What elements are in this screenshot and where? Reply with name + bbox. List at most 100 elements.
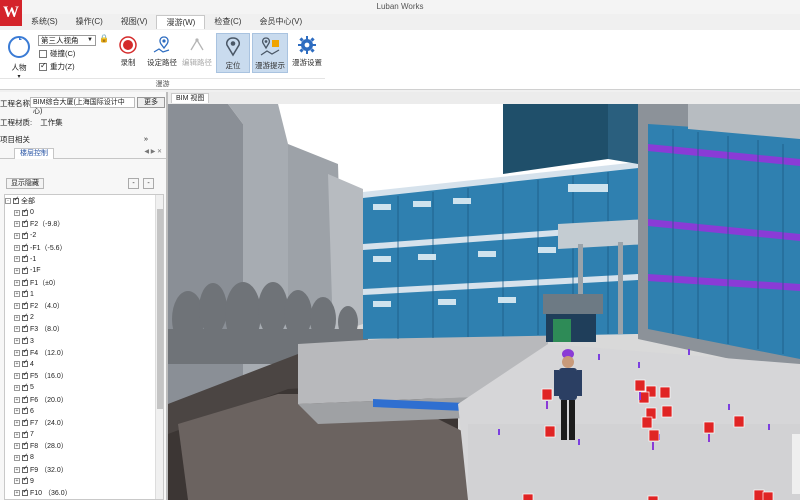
expand-icon[interactable]: + <box>14 490 20 497</box>
expand-icon[interactable]: + <box>14 221 20 228</box>
section-header[interactable]: 项目相关 » <box>0 134 166 144</box>
expand-icon[interactable]: + <box>14 384 20 391</box>
menu-item-2[interactable]: 视图(V) <box>112 15 157 29</box>
checkbox[interactable] <box>22 417 28 426</box>
collision-checkbox[interactable]: 碰撞(C) <box>39 48 75 59</box>
role-button[interactable]: 人物 ▾ <box>4 34 34 80</box>
tree-item-floor[interactable]: + -F1（-5.6） <box>5 242 163 254</box>
record-button[interactable]: 录制 <box>115 36 141 68</box>
locate-button[interactable]: 定位 <box>216 33 250 73</box>
checkbox[interactable] <box>22 300 28 310</box>
tree-item-floor[interactable]: + F4 （12.0） <box>5 347 163 359</box>
tree-item-floor[interactable]: + F10 （36.0） <box>5 487 163 499</box>
tree-item-floor[interactable]: +1 <box>5 288 163 301</box>
show-hidden-button[interactable]: 显示隐藏 <box>6 178 44 189</box>
collision-box[interactable] <box>39 49 47 58</box>
tree-item-floor[interactable]: +7 <box>5 429 163 441</box>
tree-item-floor[interactable]: + -2 <box>5 230 163 242</box>
show-path-button[interactable]: 漫游提示 <box>252 33 288 73</box>
checkbox[interactable] <box>22 265 28 274</box>
expand-icon[interactable]: + <box>14 338 20 345</box>
tree-item-floor[interactable]: + F2 （4.0） <box>5 300 163 312</box>
checkbox[interactable] <box>22 394 28 403</box>
expand-icon[interactable]: + <box>14 373 20 380</box>
checkbox[interactable] <box>13 195 19 204</box>
tree-item-floor[interactable]: +5 <box>5 382 163 394</box>
checkbox[interactable] <box>22 487 28 497</box>
checkbox[interactable] <box>22 335 28 345</box>
tree-item-floor[interactable]: +8 <box>5 452 163 464</box>
gravity-checkbox[interactable]: 重力(Z) <box>39 61 75 72</box>
expand-icon[interactable]: + <box>14 443 20 450</box>
checkbox[interactable] <box>22 358 28 368</box>
tab-bim-view[interactable]: BIM 视图 <box>171 93 210 103</box>
tree-item-floor[interactable]: + F3 （8.0） <box>5 323 163 336</box>
tree-item-floor[interactable]: +3 <box>5 335 163 347</box>
checkbox[interactable] <box>22 218 28 228</box>
tree-item-floor[interactable]: + F8 （28.0） <box>5 440 163 452</box>
tree-item-floor[interactable]: +4 <box>5 358 163 371</box>
expand-icon[interactable]: + <box>14 209 20 216</box>
expand-icon[interactable]: + <box>14 303 20 310</box>
edit-path-button[interactable]: 编辑路径 <box>182 36 212 68</box>
bim-3d-viewport[interactable] <box>168 104 800 500</box>
tree-item-floor[interactable]: + -1F <box>5 265 163 277</box>
expand-icon[interactable]: + <box>14 396 20 403</box>
more-button[interactable]: 更多 <box>137 97 165 108</box>
menu-item-3[interactable]: 漫游(W) <box>156 15 206 29</box>
app-logo[interactable]: W <box>0 0 22 26</box>
checkbox[interactable] <box>22 382 28 391</box>
checkbox[interactable] <box>22 452 28 461</box>
checkbox[interactable] <box>22 370 28 380</box>
tree-item-floor[interactable]: +2 <box>5 312 163 324</box>
checkbox[interactable] <box>22 277 28 286</box>
checkbox[interactable] <box>22 207 28 216</box>
expand-icon[interactable]: + <box>14 232 20 239</box>
tree-scrollbar[interactable] <box>155 195 163 499</box>
collapse-chevron-icon[interactable]: » <box>144 134 148 143</box>
tab-floor-control[interactable]: 楼层控制 <box>14 148 54 159</box>
checkbox[interactable] <box>22 230 28 239</box>
checkbox[interactable] <box>22 475 28 485</box>
tree-item-floor[interactable]: + F9 （32.0） <box>5 464 163 476</box>
menu-item-0[interactable]: 系统(S) <box>22 15 67 29</box>
collapse-icon[interactable]: - <box>5 197 11 204</box>
expand-icon[interactable]: + <box>14 419 20 426</box>
expand-icon[interactable]: + <box>14 349 20 356</box>
checkbox[interactable] <box>22 288 28 298</box>
expand-icon[interactable]: + <box>14 314 20 321</box>
expand-icon[interactable]: + <box>14 244 20 251</box>
expand-icon[interactable]: + <box>14 466 20 473</box>
tree-item-floor[interactable]: + F7 （24.0） <box>5 417 163 429</box>
checkbox[interactable] <box>22 312 28 321</box>
expand-icon[interactable]: + <box>14 256 20 263</box>
gravity-box[interactable] <box>39 61 47 71</box>
collapse-button[interactable]: - <box>128 178 139 189</box>
checkbox[interactable] <box>22 429 28 438</box>
expand-button[interactable]: - <box>143 178 154 189</box>
expand-icon[interactable]: + <box>14 361 20 368</box>
checkbox[interactable] <box>22 405 28 415</box>
checkbox[interactable] <box>22 440 28 450</box>
expand-icon[interactable]: + <box>14 279 20 286</box>
checkbox[interactable] <box>22 323 28 333</box>
menu-item-4[interactable]: 检查(C) <box>205 15 250 29</box>
checkbox[interactable] <box>22 347 28 356</box>
lock-icon[interactable]: 🔒 <box>99 34 109 43</box>
tree-item-floor[interactable]: +6 <box>5 405 163 417</box>
tree-root[interactable]: - 全部 <box>5 195 163 207</box>
tree-item-floor[interactable]: + F2（-9.8） <box>5 218 163 230</box>
expand-icon[interactable]: + <box>14 326 20 333</box>
checkbox[interactable] <box>22 242 28 251</box>
expand-icon[interactable]: + <box>14 267 20 274</box>
expand-icon[interactable]: + <box>14 408 20 415</box>
tree-item-floor[interactable]: + F6 （20.0） <box>5 394 163 406</box>
roam-settings-button[interactable]: 漫游设置 <box>291 36 323 68</box>
checkbox[interactable] <box>22 253 28 263</box>
tree-item-floor[interactable]: + F5 （16.0） <box>5 370 163 382</box>
scrollbar-thumb[interactable] <box>157 209 163 409</box>
view-mode-select[interactable]: 第三人视角 ▼ <box>38 35 96 46</box>
tree-item-floor[interactable]: + -1 <box>5 253 163 265</box>
tree-item-floor[interactable]: +9 <box>5 475 163 488</box>
expand-icon[interactable]: + <box>14 454 20 461</box>
